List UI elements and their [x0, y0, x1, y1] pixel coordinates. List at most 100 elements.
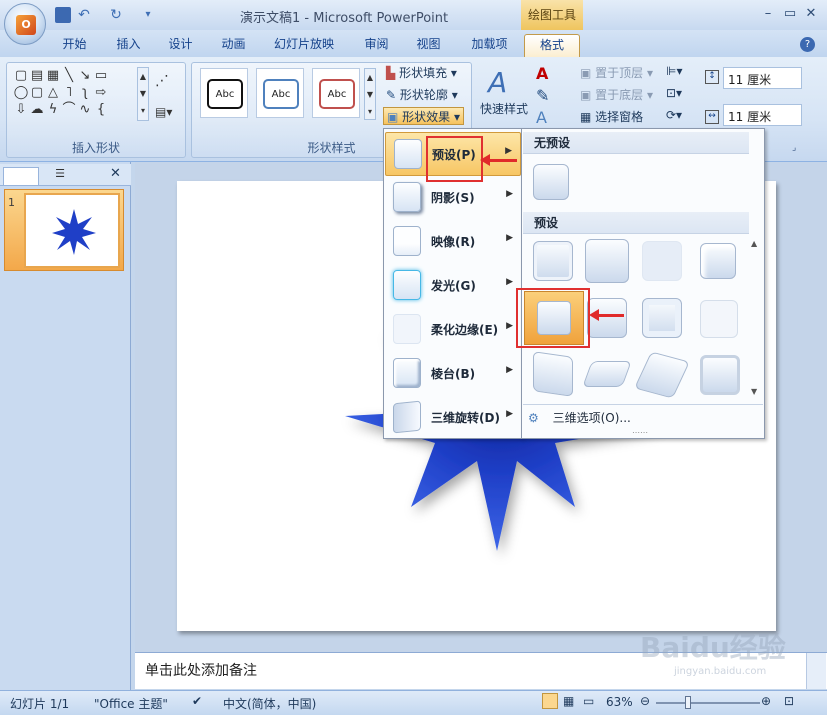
- quick-styles-icon[interactable]: A: [488, 66, 507, 99]
- text-outline-icon[interactable]: ✎: [536, 86, 549, 105]
- preset-2[interactable]: [585, 239, 629, 283]
- textbox-shape-icon[interactable]: ▢: [13, 68, 29, 84]
- triangle-shape-icon[interactable]: △: [45, 85, 61, 101]
- preset-8[interactable]: [700, 300, 738, 338]
- menu-item-reflection[interactable]: 映像(R) ▶: [385, 220, 521, 264]
- restore-icon[interactable]: ▭: [779, 5, 801, 23]
- close-pane-icon[interactable]: ✕: [110, 166, 121, 181]
- freeform-shape-icon[interactable]: ∿: [77, 102, 93, 118]
- right-arrow-shape-icon[interactable]: ⇨: [93, 85, 109, 101]
- line-shape-icon[interactable]: ╲: [61, 68, 77, 84]
- menu-item-3d-rotation[interactable]: 三维旋转(D) ▶: [385, 396, 521, 440]
- align-icon[interactable]: ⊫▾: [666, 64, 682, 78]
- tab-addins[interactable]: 加载项: [462, 34, 517, 57]
- cloud-shape-icon[interactable]: ☁: [29, 102, 45, 118]
- shape-fill-button[interactable]: ▙ 形状填充 ▾: [386, 64, 457, 81]
- zoom-slider[interactable]: [656, 702, 760, 704]
- width-input[interactable]: 11 厘米: [723, 104, 802, 126]
- slide-thumbnail[interactable]: [24, 193, 120, 268]
- text-box-icon[interactable]: ▤▾: [155, 105, 172, 119]
- normal-view-icon[interactable]: [542, 693, 558, 709]
- fit-window-icon[interactable]: ⊡: [784, 694, 794, 708]
- save-icon[interactable]: [55, 7, 71, 23]
- tab-design[interactable]: 设计: [158, 34, 203, 57]
- lightning-shape-icon[interactable]: ϟ: [45, 102, 61, 118]
- tab-home[interactable]: 开始: [52, 34, 97, 57]
- curve-shape-icon[interactable]: ⌒: [61, 102, 77, 118]
- zoom-in-icon[interactable]: ⊕: [761, 694, 771, 708]
- preset-none[interactable]: [533, 164, 569, 200]
- elbow-connector-shape-icon[interactable]: ˥: [61, 85, 77, 101]
- menu-item-shadow[interactable]: 阴影(S) ▶: [385, 176, 521, 220]
- office-button[interactable]: O: [4, 3, 46, 45]
- status-language[interactable]: 中文(简体，中国): [223, 695, 316, 712]
- tab-format[interactable]: 格式: [524, 34, 580, 57]
- slideshow-view-icon[interactable]: ▭: [583, 694, 594, 708]
- height-input[interactable]: 11 厘米: [723, 67, 802, 89]
- shape-gallery[interactable]: ▢ ▤ ▦ ╲ ↘ ▭ ◯ ▢ △ ˥ ʅ ⇨ ⇩ ☁ ϟ ⌒ ∿{: [13, 67, 135, 118]
- quick-styles-button[interactable]: 快速样式: [480, 100, 528, 117]
- spellcheck-icon[interactable]: ✔: [192, 694, 202, 708]
- curved-connector-shape-icon[interactable]: ʅ: [77, 85, 93, 101]
- minimize-icon[interactable]: –: [757, 5, 779, 23]
- preset-3[interactable]: [642, 241, 682, 281]
- shape-style-black[interactable]: Abc: [200, 68, 248, 118]
- oval-shape-icon[interactable]: ◯: [13, 85, 29, 101]
- slides-tab[interactable]: [3, 167, 39, 185]
- preset-7[interactable]: [642, 298, 682, 338]
- tab-slideshow[interactable]: 幻灯片放映: [265, 34, 343, 57]
- shape-style-blue[interactable]: Abc: [256, 68, 304, 118]
- preset-1[interactable]: [533, 241, 573, 281]
- zoom-level[interactable]: 63%: [606, 695, 633, 709]
- shape-effects-button[interactable]: ▣ 形状效果 ▾: [383, 107, 465, 125]
- rounded-rect-shape-icon[interactable]: ▢: [29, 85, 45, 101]
- menu-item-soft-edges[interactable]: 柔化边缘(E) ▶: [385, 308, 521, 352]
- rectangle-shape-icon[interactable]: ▭: [93, 68, 109, 84]
- tab-animation[interactable]: 动画: [211, 34, 256, 57]
- table-text-shape-icon[interactable]: ▦: [45, 68, 61, 84]
- tab-view[interactable]: 视图: [406, 34, 451, 57]
- close-icon[interactable]: ✕: [800, 5, 822, 23]
- arrow-line-shape-icon[interactable]: ↘: [77, 68, 93, 84]
- preset-12[interactable]: [700, 355, 740, 395]
- gallery-scroll-up-icon[interactable]: ▲: [751, 239, 757, 248]
- text-effects-icon[interactable]: A: [536, 108, 547, 127]
- text-fill-icon[interactable]: A: [536, 64, 548, 83]
- menu-item-glow[interactable]: 发光(G) ▶: [385, 264, 521, 308]
- style-gallery-scroll[interactable]: ▲ ▼ ▾: [364, 68, 376, 120]
- preset-11[interactable]: [634, 351, 690, 399]
- brace-shape-icon[interactable]: {: [93, 102, 109, 118]
- group-icon[interactable]: ⊡▾: [666, 86, 682, 100]
- rotate-icon[interactable]: ⟳▾: [666, 108, 682, 122]
- notes-scrollbar[interactable]: [806, 653, 826, 689]
- shape-style-red[interactable]: Abc: [312, 68, 360, 118]
- shape-gallery-scroll[interactable]: ▲ ▼ ▾: [137, 67, 149, 121]
- send-back-button[interactable]: ▣ 置于底层 ▾: [580, 86, 653, 103]
- tab-review[interactable]: 审阅: [354, 34, 399, 57]
- undo-icon[interactable]: ↶: [76, 7, 92, 23]
- slide-sorter-icon[interactable]: ▦: [563, 694, 574, 708]
- status-theme[interactable]: "Office 主题": [94, 695, 168, 712]
- preset-9[interactable]: [533, 351, 573, 397]
- selection-pane-button[interactable]: ▦ 选择窗格: [580, 108, 643, 125]
- tab-insert[interactable]: 插入: [106, 34, 151, 57]
- shape-outline-button[interactable]: ✎ 形状轮廓 ▾: [386, 86, 458, 103]
- 3d-options-item[interactable]: ⚙ 三维选项(O)...: [528, 409, 758, 429]
- preset-10[interactable]: [582, 361, 632, 387]
- zoom-out-icon[interactable]: ⊖: [640, 694, 650, 708]
- customize-quick-access-icon[interactable]: ▾: [140, 7, 156, 23]
- help-icon[interactable]: ?: [800, 37, 815, 52]
- size-dialog-launcher-icon[interactable]: ⌟: [792, 143, 796, 153]
- gallery-scroll-down-icon[interactable]: ▼: [751, 387, 757, 396]
- shape-fill-label: 形状填充: [399, 66, 448, 80]
- down-arrow-shape-icon[interactable]: ⇩: [13, 102, 29, 118]
- preset-4[interactable]: [700, 243, 736, 279]
- edit-shape-icon[interactable]: ⋰: [155, 73, 169, 89]
- bring-front-button[interactable]: ▣ 置于顶层 ▾: [580, 64, 653, 81]
- resize-grip-icon[interactable]: ⋯⋯: [632, 428, 648, 437]
- zoom-slider-thumb[interactable]: [685, 696, 691, 709]
- redo-icon[interactable]: ↻: [108, 7, 124, 23]
- menu-item-bevel[interactable]: 棱台(B) ▶: [385, 352, 521, 396]
- outline-tab-icon[interactable]: ☰: [42, 167, 78, 185]
- vertical-text-shape-icon[interactable]: ▤: [29, 68, 45, 84]
